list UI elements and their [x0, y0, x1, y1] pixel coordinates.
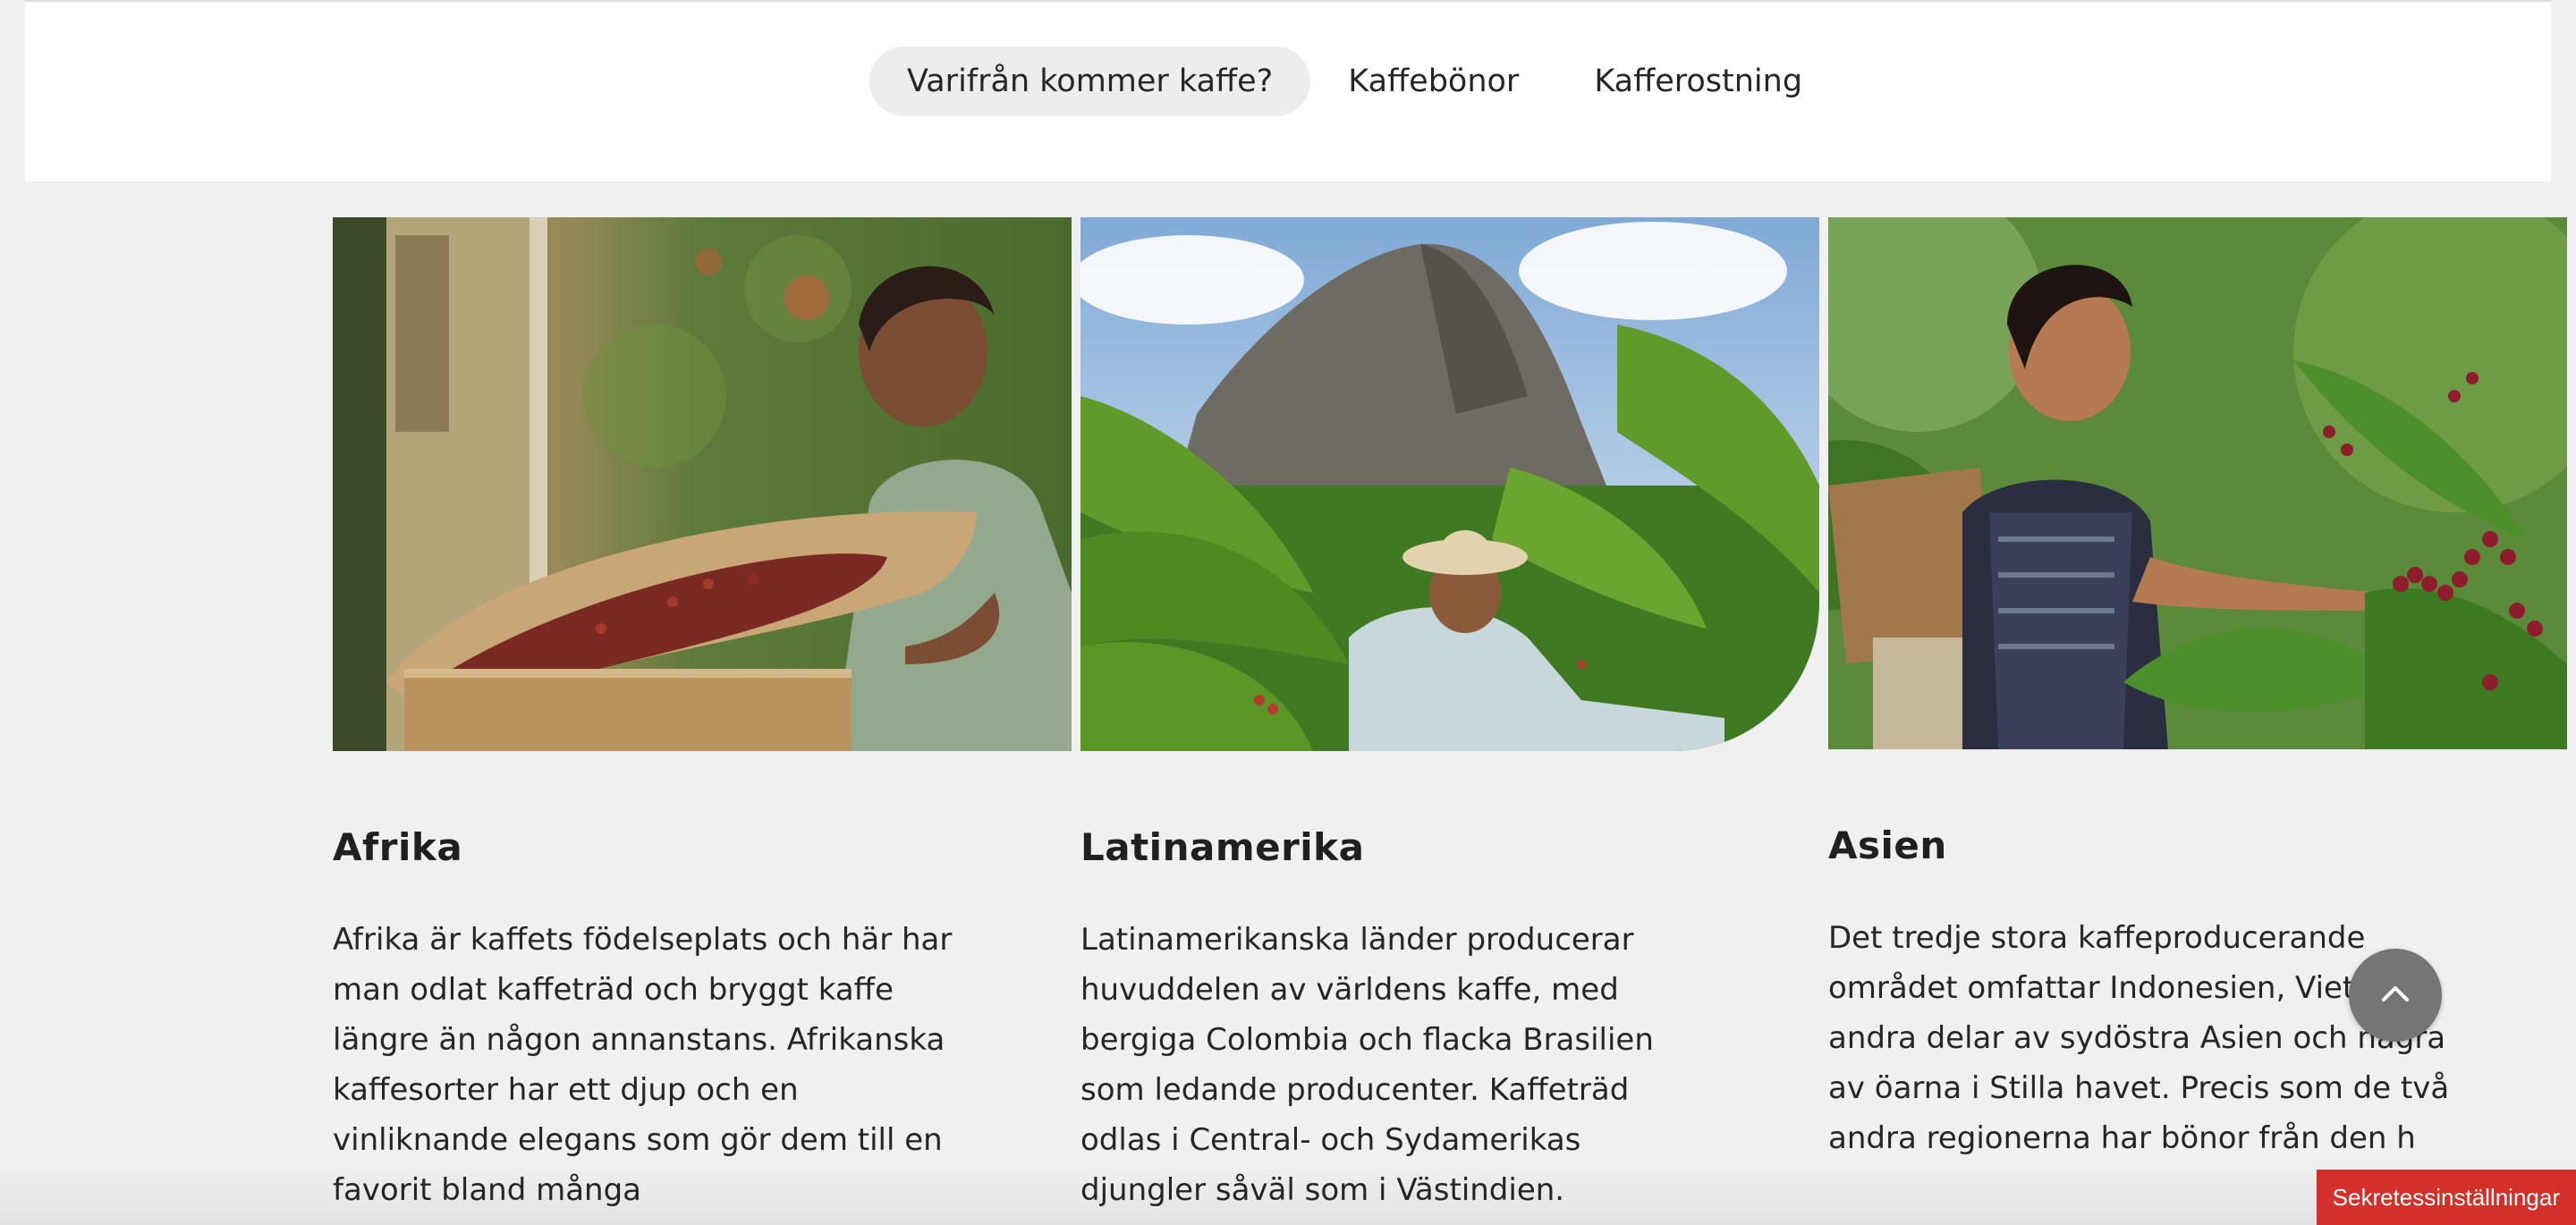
section-tabs: Varifrån kommer kaffe? Kaffebönor Kaffer…: [869, 46, 1840, 116]
scroll-to-top-button[interactable]: [2349, 949, 2442, 1042]
latin-america-photo: [1080, 217, 1819, 751]
tab-where-coffee-comes-from[interactable]: Varifrån kommer kaffe?: [869, 46, 1311, 116]
region-title-asia: Asien: [1828, 824, 1947, 867]
privacy-settings-button[interactable]: Sekretessinställningar: [2316, 1170, 2576, 1225]
region-text-asia: Det tredje stora kaffeproducerande områd…: [1828, 920, 2450, 1156]
africa-photo: [333, 217, 1072, 751]
top-navigation-bar: Varifrån kommer kaffe? Kaffebönor Kaffer…: [25, 0, 2551, 182]
asia-photo: [1828, 217, 2567, 749]
region-title-latin-america: Latinamerika: [1080, 825, 1365, 869]
region-card-asia: Asien Det tredje stora kaffeproducerande…: [1828, 217, 2567, 1156]
region-title-africa: Afrika: [333, 825, 463, 869]
region-card-africa: Afrika Afrika är kaffets födelseplats oc…: [333, 217, 1072, 1208]
region-text-africa: Afrika är kaffets födelseplats och här h…: [333, 922, 953, 1208]
region-text-latin-america: Latinamerikanska länder producerar huvud…: [1080, 922, 1654, 1208]
chevron-up-icon: [2380, 984, 2411, 1008]
tab-coffee-beans[interactable]: Kaffebönor: [1310, 46, 1556, 116]
region-card-latin-america: Latinamerika Latinamerikanska länder pro…: [1080, 217, 1819, 1208]
tab-coffee-roasting[interactable]: Kafferostning: [1556, 46, 1840, 116]
